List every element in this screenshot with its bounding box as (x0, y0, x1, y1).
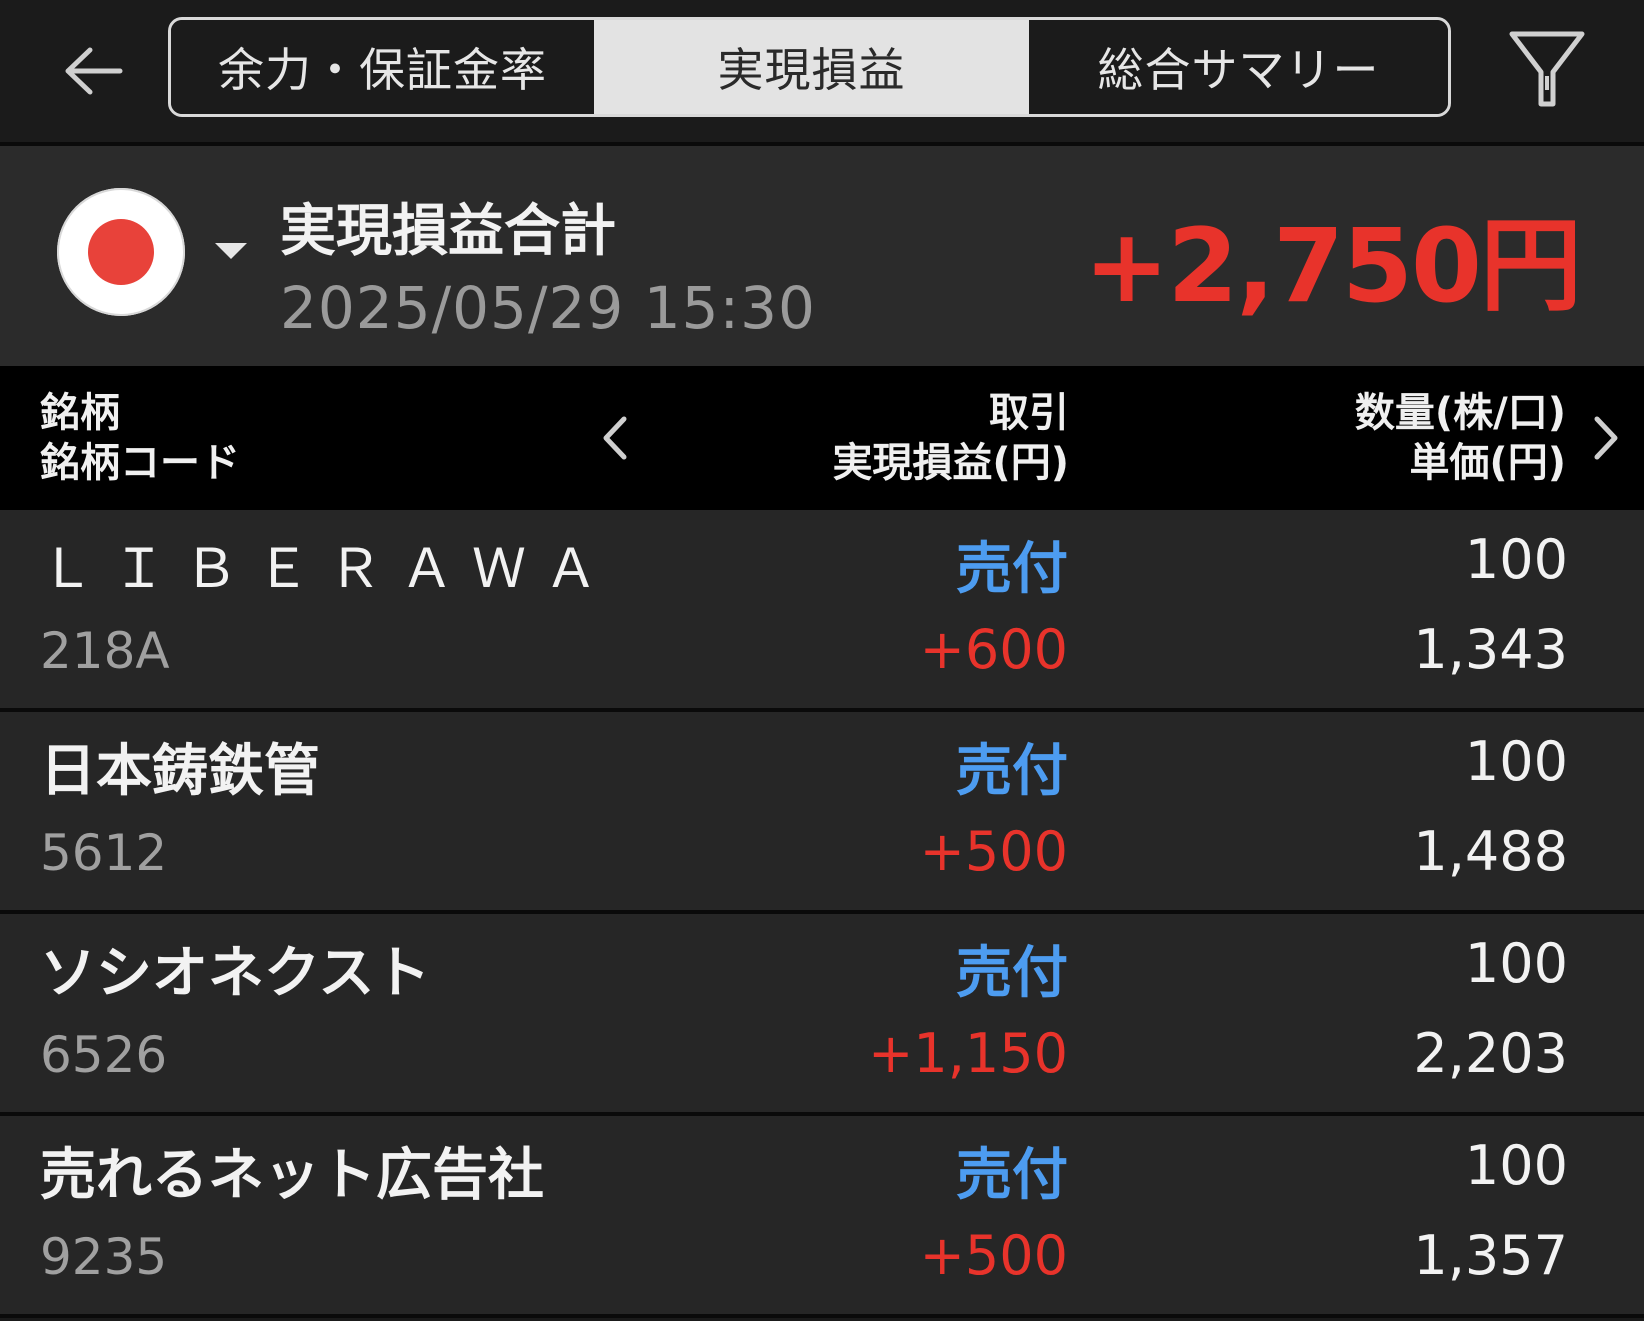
table-row[interactable]: ＬＩＢＥＲＡＷＡ… 218A 売付 +600 100 1,343 (0, 510, 1644, 712)
stock-name: 日本鋳鉄管 (40, 739, 320, 804)
column-header-name: 銘柄 銘柄コード (40, 388, 240, 488)
summary-total-amount: +2,750円 (1083, 207, 1582, 326)
column-header-trade: 取引 実現損益(円) (832, 388, 1069, 488)
trade-side: 売付 (956, 537, 1068, 602)
tab-switcher: 余力・保証金率 実現損益 総合サマリー (168, 17, 1451, 117)
unit-price: 1,343 (1413, 618, 1568, 681)
table-row[interactable]: 日本鋳鉄管 5612 売付 +500 100 1,488 (0, 712, 1644, 914)
column-label-name: 銘柄 (40, 390, 120, 436)
tab-realized-pl[interactable]: 実現損益 (594, 20, 1029, 114)
stock-name: ソシオネクスト (40, 941, 431, 1006)
column-label-quantity: 数量(株/口) (1354, 390, 1566, 436)
unit-price: 2,203 (1413, 1022, 1568, 1085)
realized-pl-list: ＬＩＢＥＲＡＷＡ… 218A 売付 +600 100 1,343 日本鋳鉄管 5… (0, 510, 1644, 1318)
quantity: 100 (1464, 528, 1568, 591)
stock-code: 5612 (40, 824, 168, 882)
quantity: 100 (1464, 730, 1568, 793)
column-header-quantity: 数量(株/口) 単価(円) (1355, 388, 1566, 488)
column-label-trade: 取引 (989, 390, 1069, 436)
prev-columns-button[interactable] (595, 406, 635, 470)
realized-pl-summary: 実現損益合計 2025/05/29 15:30 +2,750円 (0, 146, 1644, 366)
stock-code: 9235 (40, 1228, 168, 1286)
realized-pl: +500 (919, 1224, 1068, 1287)
filter-icon (1509, 31, 1585, 107)
top-bar: 余力・保証金率 実現損益 総合サマリー (0, 0, 1644, 146)
column-label-unit-price: 単価(円) (1409, 440, 1566, 486)
chevron-left-icon (603, 416, 627, 460)
stock-name: ＬＩＢＥＲＡＷＡ… (40, 537, 600, 600)
trade-side: 売付 (956, 941, 1068, 1006)
tab-margin-ratio[interactable]: 余力・保証金率 (171, 20, 594, 114)
realized-pl: +600 (919, 618, 1068, 681)
unit-price: 1,357 (1413, 1224, 1568, 1287)
table-row[interactable]: ソシオネクスト 6526 売付 +1,150 100 2,203 (0, 914, 1644, 1116)
stock-name: 売れるネット広告社 (40, 1143, 544, 1208)
quantity: 100 (1464, 932, 1568, 995)
summary-title: 実現損益合計 (280, 199, 616, 264)
chevron-right-icon (1594, 416, 1618, 460)
quantity: 100 (1464, 1134, 1568, 1197)
stock-code: 218A (40, 622, 170, 680)
realized-pl: +500 (919, 820, 1068, 883)
chevron-down-icon[interactable] (215, 243, 247, 259)
arrow-left-icon (65, 47, 123, 95)
column-label-realized-pl: 実現損益(円) (832, 440, 1069, 486)
unit-price: 1,488 (1413, 820, 1568, 883)
table-header: 銘柄 銘柄コード 取引 実現損益(円) 数量(株/口) 単価(円) (0, 366, 1644, 510)
japan-flag-icon[interactable] (57, 188, 185, 316)
trade-side: 売付 (956, 1143, 1068, 1208)
realized-pl: +1,150 (868, 1022, 1068, 1085)
trade-side: 売付 (956, 739, 1068, 804)
flag-red-circle (88, 219, 154, 285)
tab-overall-summary[interactable]: 総合サマリー (1029, 20, 1448, 114)
column-label-code: 銘柄コード (40, 440, 240, 486)
stock-code: 6526 (40, 1026, 168, 1084)
filter-button[interactable] (1505, 28, 1589, 112)
table-row[interactable]: 売れるネット広告社 9235 売付 +500 100 1,357 (0, 1116, 1644, 1318)
next-columns-button[interactable] (1586, 406, 1626, 470)
back-button[interactable] (48, 36, 138, 106)
summary-datetime: 2025/05/29 15:30 (280, 274, 816, 342)
